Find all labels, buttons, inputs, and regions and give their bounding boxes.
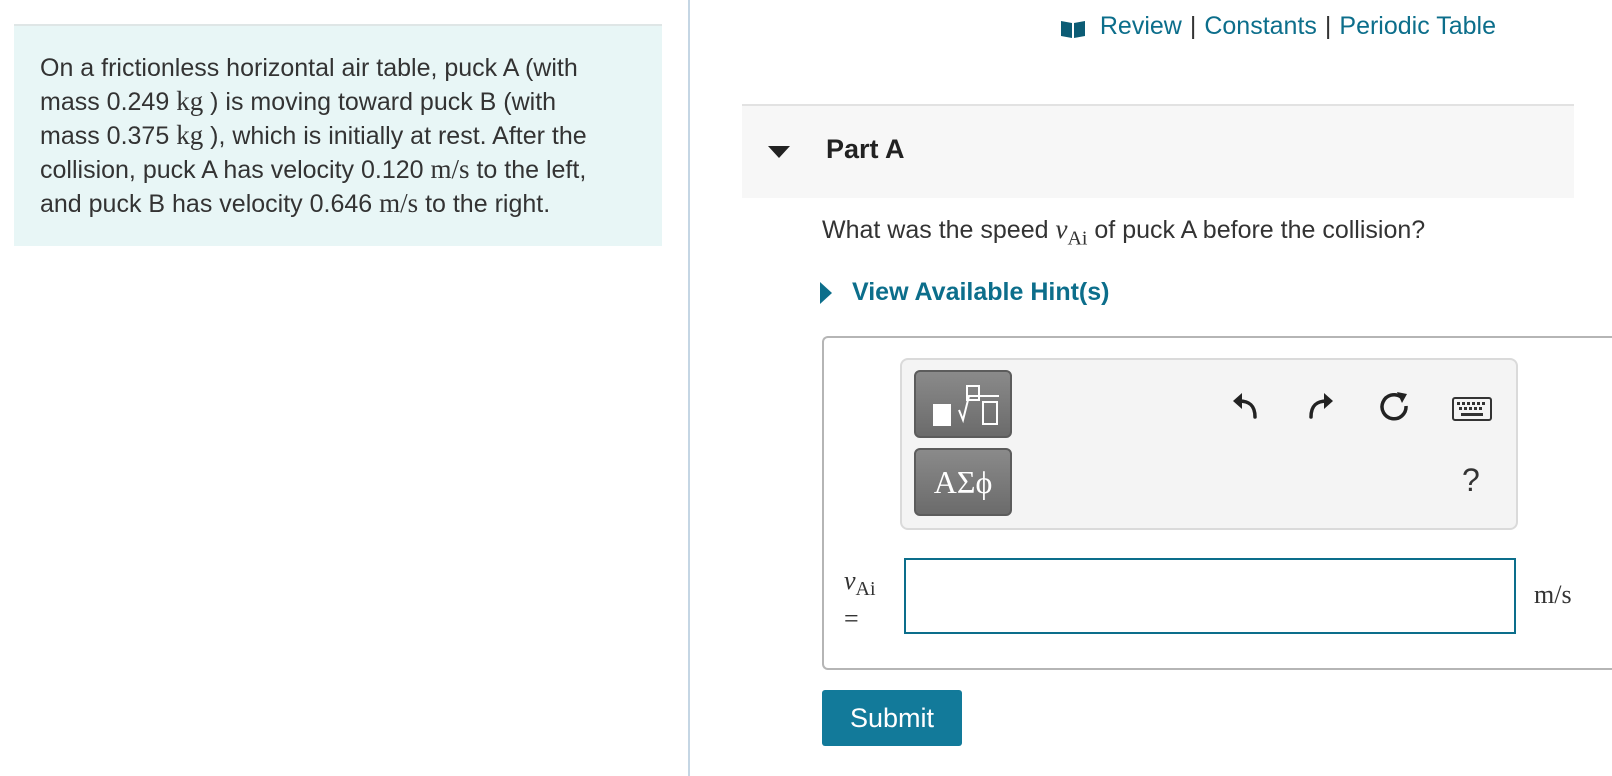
var-symbol: v — [1055, 214, 1068, 244]
link-separator: | — [1324, 12, 1332, 40]
collapse-caret-icon[interactable] — [768, 146, 790, 158]
constants-link[interactable]: Constants — [1204, 12, 1317, 41]
redo-icon — [1309, 393, 1333, 419]
question-variable: vAi — [1055, 214, 1087, 249]
book-icon — [1060, 17, 1086, 38]
undo-button[interactable] — [1228, 386, 1264, 422]
view-hints-toggle[interactable]: View Available Hint(s) — [820, 278, 1109, 307]
problem-text: ) is moving toward puck B (with — [203, 88, 557, 116]
periodic-table-link[interactable]: Periodic Table — [1339, 12, 1496, 41]
undo-icon — [1233, 393, 1257, 419]
part-title: Part A — [826, 134, 905, 164]
templates-button[interactable] — [914, 370, 1012, 438]
reset-icon — [1380, 392, 1408, 421]
panel-divider — [688, 0, 690, 776]
redo-button[interactable] — [1302, 386, 1338, 422]
problem-line: mass 0.375 kg ), which is initially at r… — [40, 119, 636, 153]
mass-unit: kg — [176, 86, 204, 116]
problem-text: mass 0.375 — [40, 122, 177, 150]
problem-statement: On a frictionless horizontal air table, … — [14, 24, 662, 246]
mass-unit: kg — [176, 120, 204, 150]
problem-text: ), which is initially at rest. After the — [203, 122, 587, 150]
question-pre: What was the speed — [822, 216, 1056, 244]
velocity-unit: m/s — [430, 154, 470, 184]
problem-text: collision, puck A has velocity 0.120 — [40, 156, 431, 184]
problem-line: and puck B has velocity 0.646 m/s to the… — [40, 187, 636, 221]
var-subscript: Ai — [1067, 227, 1088, 250]
var-symbol: v — [844, 566, 856, 595]
reset-button[interactable] — [1376, 388, 1412, 424]
var-subscript: Ai — [855, 578, 876, 601]
greek-symbols-button[interactable]: ΑΣϕ — [914, 448, 1012, 516]
problem-line: On a frictionless horizontal air table, … — [40, 52, 636, 85]
answer-unit: m/s — [1534, 580, 1572, 609]
link-separator: | — [1189, 12, 1197, 40]
expand-caret-icon — [820, 281, 832, 304]
submit-button[interactable]: Submit — [822, 690, 962, 746]
question-text: What was the speed vAi of puck A before … — [822, 214, 1425, 250]
problem-line: collision, puck A has velocity 0.120 m/s… — [40, 153, 636, 187]
top-links: Review | Constants | Periodic Table — [1060, 12, 1496, 41]
answer-input[interactable] — [904, 558, 1516, 634]
problem-text: mass 0.249 — [40, 88, 177, 116]
keyboard-icon — [1452, 397, 1492, 421]
question-post: of puck A before the collision? — [1087, 216, 1426, 244]
velocity-unit: m/s — [379, 188, 419, 218]
problem-text: On a frictionless horizontal air table, … — [40, 54, 578, 82]
review-link[interactable]: Review — [1100, 12, 1182, 41]
problem-text: to the right. — [418, 190, 551, 218]
answer-variable-label: vAi = — [844, 566, 876, 634]
equals-sign: = — [844, 604, 859, 634]
problem-text: and puck B has velocity 0.646 — [40, 190, 380, 218]
help-button[interactable]: ? — [1462, 462, 1480, 499]
keyboard-button[interactable] — [1452, 394, 1492, 424]
hints-label: View Available Hint(s) — [852, 278, 1110, 306]
part-a-header[interactable]: Part A — [742, 104, 1574, 198]
problem-text: to the left, — [469, 156, 587, 184]
problem-line: mass 0.249 kg ) is moving toward puck B … — [40, 85, 636, 119]
templates-icon — [933, 385, 999, 426]
